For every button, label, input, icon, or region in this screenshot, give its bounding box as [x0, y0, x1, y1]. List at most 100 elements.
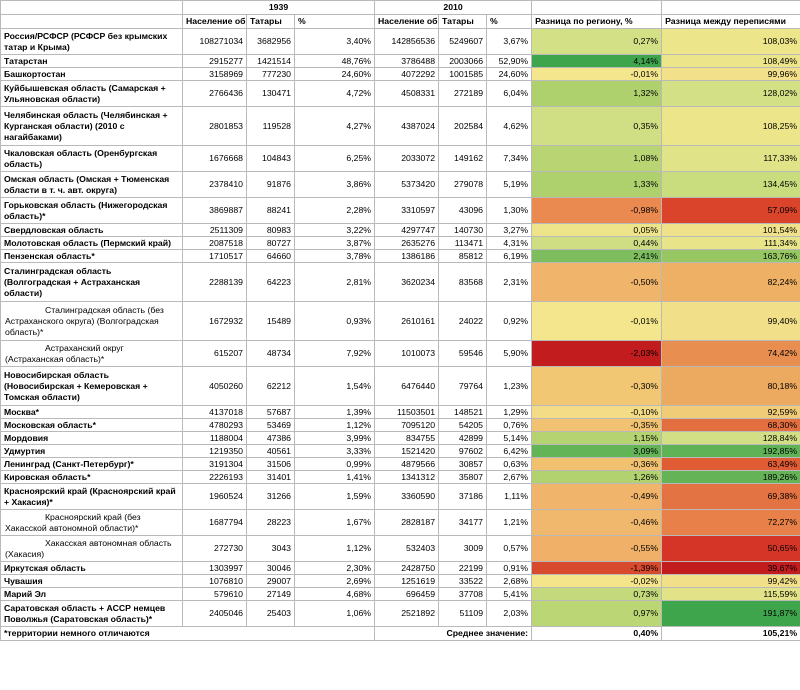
tatars-2010-cell: 43096 — [438, 197, 488, 224]
census-table: 1939 2010 Население общее Татары % Насел… — [0, 0, 800, 641]
tatars-2010-cell: 202584 — [438, 106, 488, 146]
pct-2010-cell: 6,04% — [486, 80, 533, 107]
header-tatars-1939: Татары — [246, 14, 295, 29]
pop-2010-cell: 4879566 — [374, 457, 440, 471]
tatars-2010-cell: 37708 — [438, 587, 488, 601]
pop-1939-cell: 4050260 — [182, 366, 247, 406]
diff-region-cell: -0,46% — [531, 509, 663, 536]
table-row: Красноярский край (без Хакасской автоном… — [0, 509, 800, 536]
tatars-2010-cell: 37186 — [438, 483, 488, 510]
diff-region-cell: -0,01% — [531, 301, 663, 341]
tatars-1939-cell: 64223 — [246, 262, 295, 302]
pop-1939-cell: 2087518 — [182, 236, 247, 250]
tatars-2010-cell: 35807 — [438, 470, 488, 484]
diff-region-cell: 3,09% — [531, 444, 663, 458]
pct-2010-cell: 52,90% — [486, 54, 533, 68]
tatars-1939-cell: 15489 — [246, 301, 295, 341]
pct-2010-cell: 0,92% — [486, 301, 533, 341]
diff-region-cell: -0,10% — [531, 405, 663, 419]
pop-1939-cell: 1076810 — [182, 574, 247, 588]
pop-1939-cell: 1710517 — [182, 249, 247, 263]
tatars-2010-cell: 140730 — [438, 223, 488, 237]
diff-census-cell: 128,84% — [661, 431, 800, 445]
diff-region-cell: 0,35% — [531, 106, 663, 146]
table-row: Марий Эл 579610 27149 4,68% 696459 37708 5,41%… — [0, 587, 800, 601]
pop-1939-cell: 2405046 — [182, 600, 247, 627]
pop-2010-cell: 3310597 — [374, 197, 440, 224]
region-name-cell: Пензенская область* — [0, 249, 183, 263]
diff-region-cell: 2,41% — [531, 249, 663, 263]
footer-row: *территории немного отличаются Среднее зн… — [0, 626, 800, 641]
table-row: Москва* 4137018 57687 1,39% 11503501 148521 1,… — [0, 405, 800, 419]
table-row: Куйбышевская область (Самарская + Ульяно… — [0, 80, 800, 107]
tatars-2010-cell: 279078 — [438, 171, 488, 198]
pct-1939-cell: 4,68% — [293, 587, 376, 601]
pop-1939-cell: 1219350 — [182, 444, 247, 458]
diff-region-cell: 1,08% — [531, 145, 663, 172]
region-name-cell: Астраханский округ (Астраханская область… — [0, 340, 183, 367]
pct-2010-cell: 1,23% — [486, 366, 533, 406]
pop-1939-cell: 1303997 — [182, 561, 247, 575]
pct-1939-cell: 1,41% — [293, 470, 376, 484]
pop-2010-cell: 142856536 — [374, 28, 440, 55]
average-label: Среднее значение: — [374, 626, 533, 641]
tatars-2010-cell: 148521 — [438, 405, 488, 419]
diff-census-cell: 101,54% — [661, 223, 800, 237]
table-row: Московская область* 4780293 53469 1,12% 7095… — [0, 418, 800, 432]
pct-1939-cell: 1,39% — [293, 405, 376, 419]
table-row: Астраханский округ (Астраханская область… — [0, 340, 800, 367]
tatars-1939-cell: 119528 — [246, 106, 295, 146]
pct-1939-cell: 1,06% — [293, 600, 376, 627]
tatars-2010-cell: 97602 — [438, 444, 488, 458]
pct-1939-cell: 2,30% — [293, 561, 376, 575]
pct-1939-cell: 2,28% — [293, 197, 376, 224]
pct-2010-cell: 1,11% — [486, 483, 533, 510]
table-row: Горьковская область (Нижегородская облас… — [0, 197, 800, 224]
region-name-cell: Омская область (Омская + Тюменская облас… — [0, 171, 183, 198]
tatars-1939-cell: 62212 — [246, 366, 295, 406]
pop-1939-cell: 2511309 — [182, 223, 247, 237]
pct-2010-cell: 0,76% — [486, 418, 533, 432]
pop-2010-cell: 2635276 — [374, 236, 440, 250]
pop-1939-cell: 4137018 — [182, 405, 247, 419]
table-row: Молотовская область (Пермский край) 20875… — [0, 236, 800, 250]
pop-2010-cell: 4508331 — [374, 80, 440, 107]
region-name-cell: Удмуртия — [0, 444, 183, 458]
table-row: Пензенская область* 1710517 64660 3,78% 1386… — [0, 249, 800, 263]
tatars-2010-cell: 33522 — [438, 574, 488, 588]
pop-1939-cell: 3869887 — [182, 197, 247, 224]
diff-census-cell: 134,45% — [661, 171, 800, 198]
tatars-2010-cell: 24022 — [438, 301, 488, 341]
region-name-cell: Новосибирская область (Новосибирская + К… — [0, 366, 183, 406]
header-pct-1939: % — [293, 14, 376, 29]
tatars-1939-cell: 31401 — [246, 470, 295, 484]
region-name-cell: Красноярский край (без Хакасской автоном… — [0, 509, 183, 536]
pop-2010-cell: 2033072 — [374, 145, 440, 172]
region-name-cell: Саратовская область + АССР немцев Поволж… — [0, 600, 183, 627]
pct-2010-cell: 2,03% — [486, 600, 533, 627]
pct-1939-cell: 48,76% — [293, 54, 376, 68]
diff-census-cell: 72,27% — [661, 509, 800, 536]
region-name-cell: Чкаловская область (Оренбургская область… — [0, 145, 183, 172]
region-name-cell: Сталинградская область (Волгоградская + … — [0, 262, 183, 302]
diff-census-cell: 111,34% — [661, 236, 800, 250]
diff-region-cell: -0,01% — [531, 67, 663, 81]
diff-census-cell: 80,18% — [661, 366, 800, 406]
diff-census-cell: 191,87% — [661, 600, 800, 627]
pop-2010-cell: 2610161 — [374, 301, 440, 341]
table-row: Кировская область* 2226193 31401 1,41% 13413… — [0, 470, 800, 484]
diff-census-cell: 69,38% — [661, 483, 800, 510]
region-name-cell: Иркутская область — [0, 561, 183, 575]
pop-1939-cell: 1188004 — [182, 431, 247, 445]
tatars-1939-cell: 91876 — [246, 171, 295, 198]
pop-2010-cell: 1251619 — [374, 574, 440, 588]
diff-census-cell: 92,59% — [661, 405, 800, 419]
tatars-1939-cell: 1421514 — [246, 54, 295, 68]
diff-census-cell: 189,26% — [661, 470, 800, 484]
pct-1939-cell: 6,25% — [293, 145, 376, 172]
pop-1939-cell: 2801853 — [182, 106, 247, 146]
pop-1939-cell: 1672932 — [182, 301, 247, 341]
diff-region-cell: 1,15% — [531, 431, 663, 445]
pct-1939-cell: 3,78% — [293, 249, 376, 263]
header-pop-1939: Население общее — [182, 14, 247, 29]
